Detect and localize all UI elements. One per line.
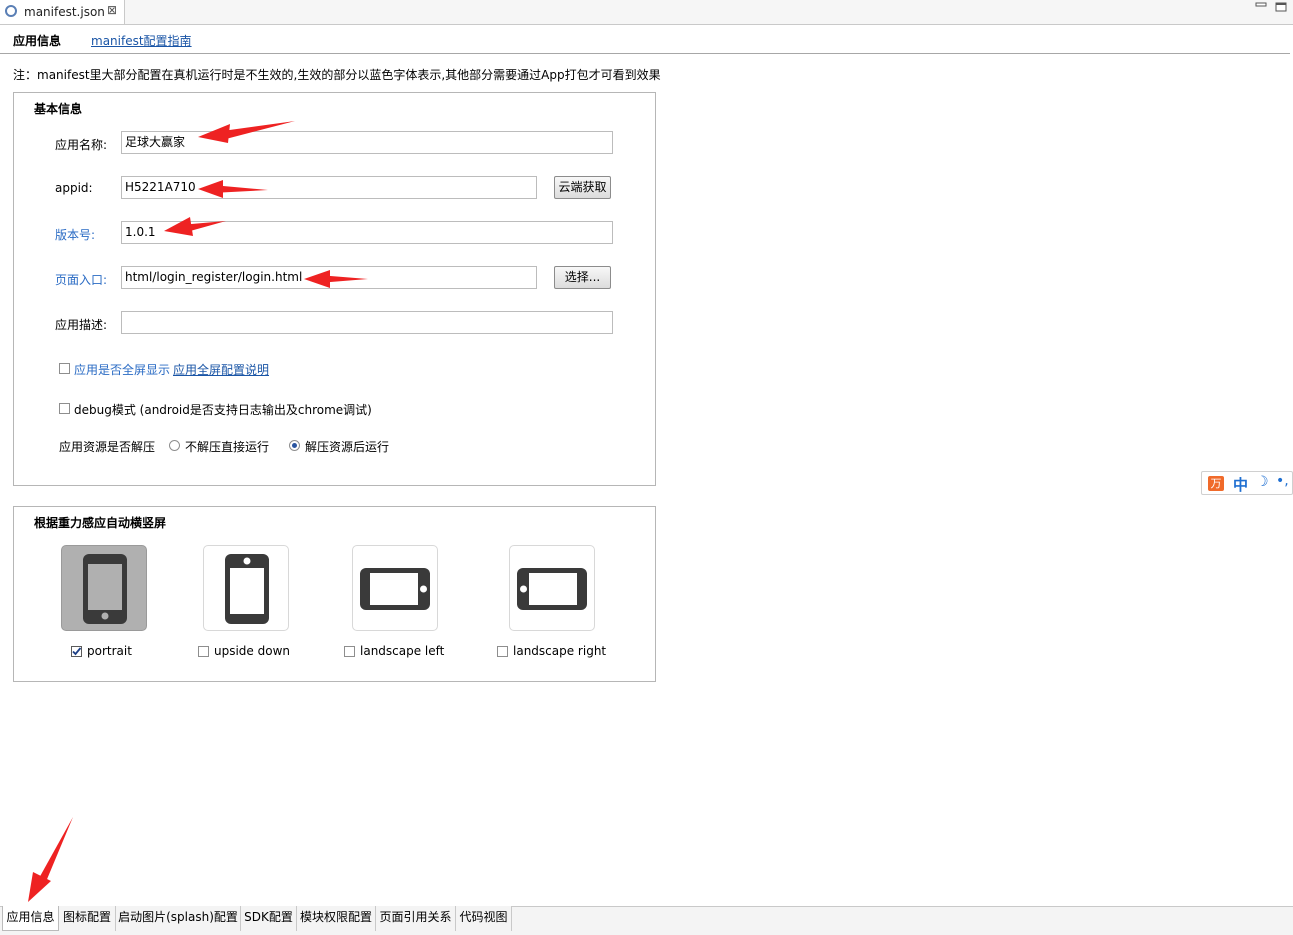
arrow-appid — [198, 180, 268, 198]
annotation-arrows — [28, 121, 368, 902]
tab-app-info[interactable]: 应用信息 — [2, 906, 59, 931]
tab-sdk-config[interactable]: SDK配置 — [241, 906, 297, 931]
ime-toolbar[interactable]: 万 中 ☽ •, — [1201, 471, 1293, 495]
arrow-app-name — [198, 121, 295, 143]
tab-page-references[interactable]: 页面引用关系 — [376, 906, 456, 931]
tab-icon-config[interactable]: 图标配置 — [59, 906, 116, 931]
arrow-version — [164, 217, 226, 236]
arrow-entry — [304, 270, 368, 288]
ime-logo-icon: 万 — [1208, 476, 1224, 491]
tab-code-view[interactable]: 代码视图 — [456, 906, 512, 931]
tab-splash-config[interactable]: 启动图片(splash)配置 — [116, 906, 241, 931]
punctuation-icon[interactable]: •, — [1276, 473, 1289, 489]
arrow-bottom-tab — [28, 817, 73, 902]
ime-chinese-mode[interactable]: 中 — [1233, 474, 1248, 495]
tab-module-permission[interactable]: 模块权限配置 — [297, 906, 376, 931]
moon-icon[interactable]: ☽ — [1256, 474, 1269, 490]
